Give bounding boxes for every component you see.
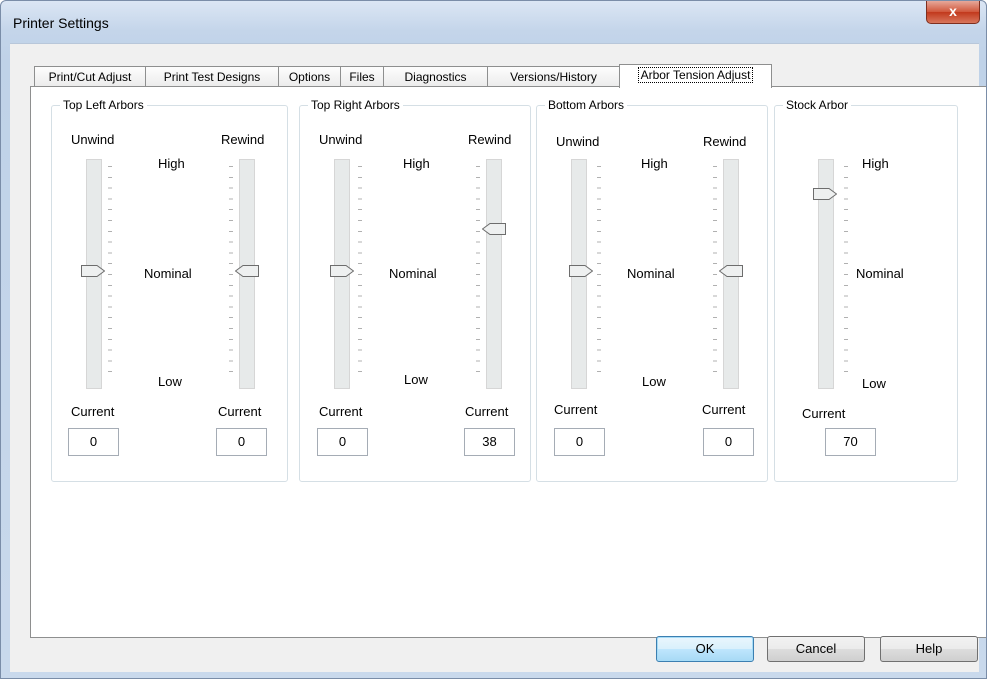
cancel-button[interactable]: Cancel (767, 636, 865, 662)
unwind-slider-ticks (358, 166, 362, 382)
unwind-slider-thumb[interactable] (330, 265, 354, 277)
scale-high-label: High (641, 156, 668, 171)
unwind-label: Unwind (71, 132, 115, 147)
close-icon[interactable]: x (949, 3, 957, 19)
group-title: Bottom Arbors (545, 98, 628, 112)
title-bar: Printer Settings x (1, 1, 986, 43)
tab-options[interactable]: Options (278, 66, 341, 87)
rewind-current-label: Current (702, 402, 746, 417)
scale-low-label: Low (404, 372, 428, 387)
unwind-current-value: 0 (317, 428, 368, 456)
dialog-client-area: Print/Cut Adjust Print Test Designs Opti… (10, 43, 986, 672)
group-title: Stock Arbor (783, 98, 852, 112)
rewind-current-label: Current (218, 404, 262, 419)
unwind-current-label: Current (319, 404, 363, 419)
unwind-slider-ticks (108, 166, 112, 382)
scale-high-label: High (403, 156, 430, 171)
rewind-current-value: 0 (703, 428, 754, 456)
unwind-slider-ticks (597, 166, 601, 382)
stock-slider-thumb[interactable] (813, 188, 837, 200)
rewind-slider-ticks (229, 166, 233, 382)
rewind-label: Rewind (703, 134, 747, 149)
rewind-slider-thumb[interactable] (235, 265, 259, 277)
tab-files[interactable]: Files (340, 66, 384, 87)
stock-current-value: 70 (825, 428, 876, 456)
group-bottom-arbors: Bottom Arbors Unwind Rewind High Nominal… (536, 98, 768, 482)
group-title: Top Left Arbors (60, 98, 147, 112)
window-title: Printer Settings (13, 15, 109, 31)
close-button[interactable]: x (926, 1, 980, 24)
unwind-current-label: Current (71, 404, 115, 419)
scale-high-label: High (158, 156, 185, 171)
scale-high-label: High (862, 156, 889, 171)
scale-nominal-label: Nominal (627, 266, 675, 281)
tab-versions-history[interactable]: Versions/History (487, 66, 620, 87)
rewind-label: Rewind (221, 132, 265, 147)
unwind-label: Unwind (319, 132, 363, 147)
rewind-slider-thumb[interactable] (482, 223, 506, 236)
tab-diagnostics[interactable]: Diagnostics (383, 66, 488, 87)
group-top-left-arbors: Top Left Arbors Unwind Rewind High Nomin… (51, 98, 288, 482)
stock-slider-ticks (844, 166, 848, 382)
rewind-current-value: 38 (464, 428, 515, 456)
scale-low-label: Low (642, 374, 666, 389)
unwind-current-value: 0 (554, 428, 605, 456)
unwind-slider-thumb[interactable] (569, 265, 593, 277)
ok-button[interactable]: OK (656, 636, 754, 662)
arbor-tension-panel: Top Left Arbors Unwind Rewind High Nomin… (30, 86, 986, 638)
unwind-current-value: 0 (68, 428, 119, 456)
group-top-right-arbors: Top Right Arbors Unwind Rewind High Nomi… (299, 98, 531, 482)
group-stock-arbor: Stock Arbor High Nominal Low Current 70 (774, 98, 958, 482)
scale-low-label: Low (862, 376, 886, 391)
group-title: Top Right Arbors (308, 98, 403, 112)
rewind-label: Rewind (468, 132, 512, 147)
unwind-current-label: Current (554, 402, 598, 417)
rewind-slider-track[interactable] (486, 159, 502, 389)
printer-settings-window: Printer Settings x Print/Cut Adjust Prin… (0, 0, 987, 679)
help-button[interactable]: Help (880, 636, 978, 662)
stock-current-label: Current (802, 406, 846, 421)
tab-arbor-tension-adjust[interactable]: Arbor Tension Adjust (619, 64, 772, 88)
rewind-current-value: 0 (216, 428, 267, 456)
rewind-slider-ticks (713, 166, 717, 382)
unwind-slider-thumb[interactable] (81, 265, 105, 277)
tab-print-cut-adjust[interactable]: Print/Cut Adjust (34, 66, 146, 87)
scale-nominal-label: Nominal (389, 266, 437, 281)
rewind-current-label: Current (465, 404, 509, 419)
unwind-label: Unwind (556, 134, 600, 149)
scale-low-label: Low (158, 374, 182, 389)
rewind-slider-thumb[interactable] (719, 265, 743, 277)
tab-print-test-designs[interactable]: Print Test Designs (145, 66, 279, 87)
scale-nominal-label: Nominal (856, 266, 904, 281)
scale-nominal-label: Nominal (144, 266, 192, 281)
rewind-slider-ticks (476, 166, 480, 382)
